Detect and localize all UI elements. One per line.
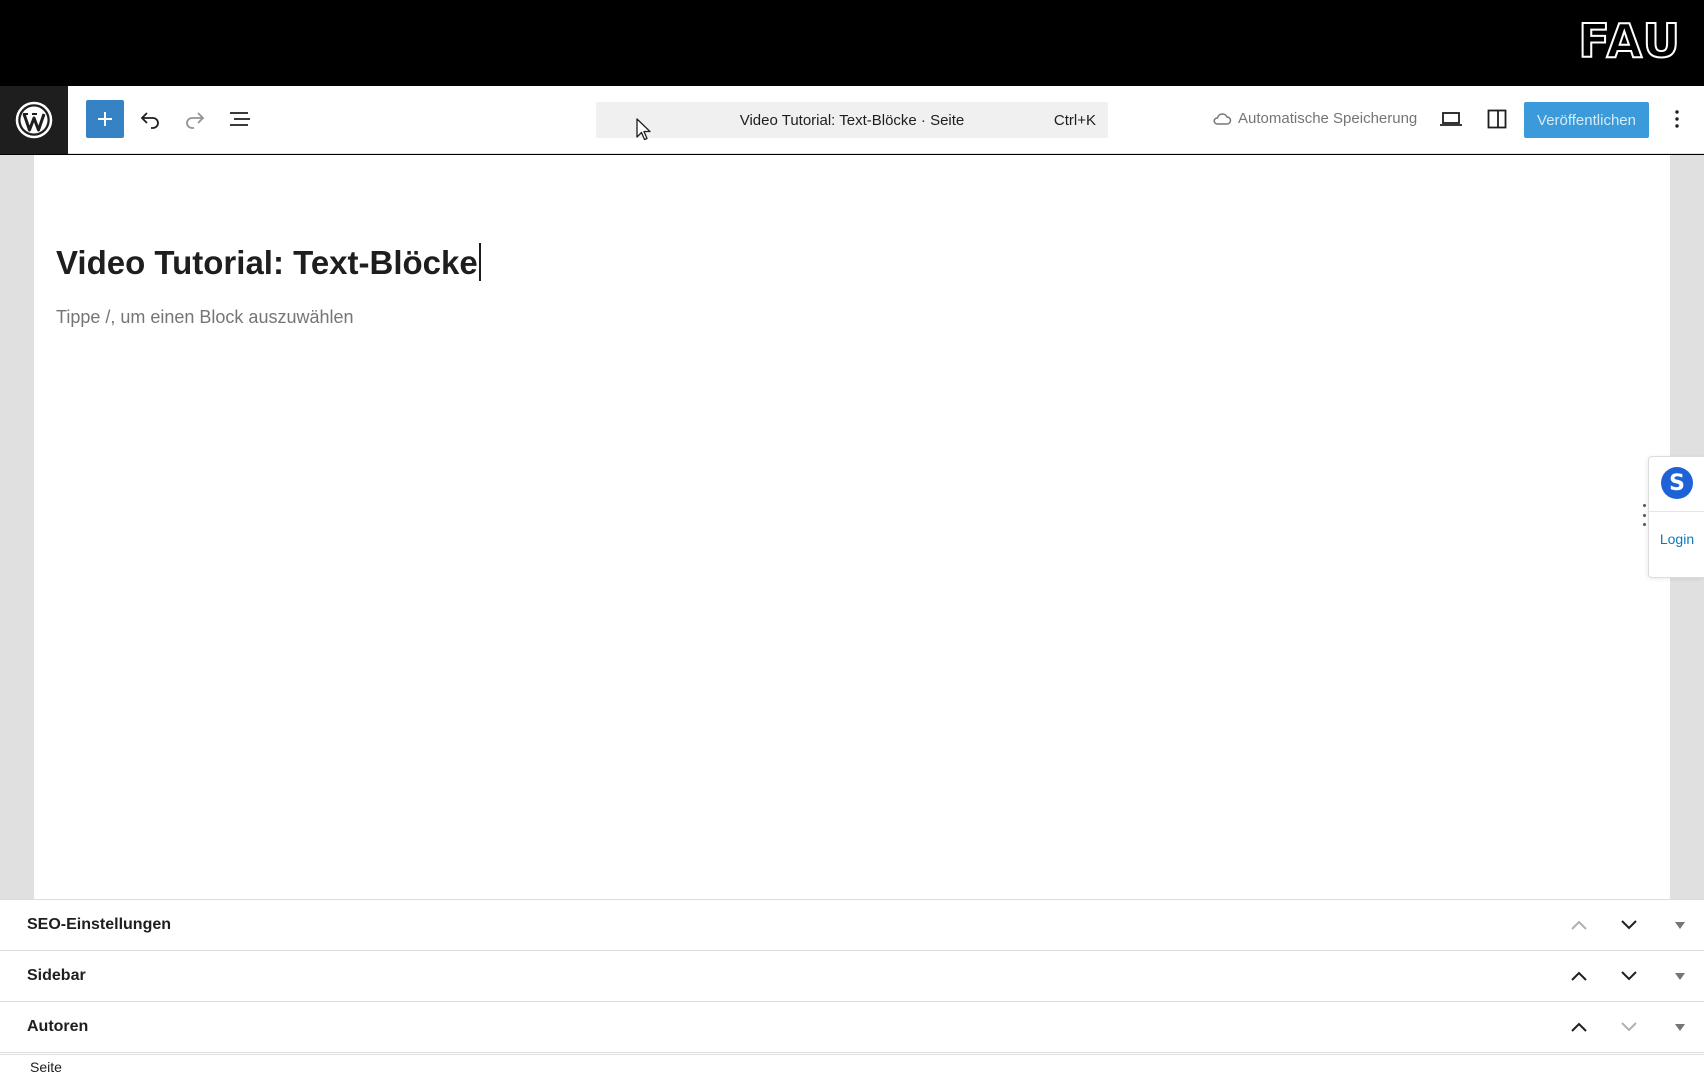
move-up-button[interactable] [1564,910,1594,940]
editor-canvas[interactable]: Video Tutorial: Text-Blöcke Tippe /, um … [34,155,1670,899]
list-view-icon [230,112,250,126]
move-up-button[interactable] [1564,961,1594,991]
redo-button[interactable] [176,100,214,138]
metabox-sidebar[interactable]: Sidebar [0,951,1704,1002]
chevron-down-icon [1621,920,1637,930]
chevron-up-icon [1571,1022,1587,1032]
toggle-panel-button[interactable] [1665,961,1695,991]
laptop-icon [1440,112,1462,126]
side-widget-handle[interactable] [1641,504,1647,526]
autosave-status: Automatische Speicherung [1212,110,1417,127]
caret-down-icon [1675,921,1685,929]
more-vertical-icon [1675,110,1679,128]
sidebar-toggle-icon [1487,109,1507,129]
settings-sidebar-button[interactable] [1478,100,1516,138]
command-palette-bar[interactable]: Video Tutorial: Text-Blöcke · Seite Ctrl… [596,102,1108,138]
undo-button[interactable] [131,100,169,138]
fau-logo: FAU [1577,14,1682,68]
editor-canvas-area: Video Tutorial: Text-Blöcke Tippe /, um … [0,155,1704,899]
caret-down-icon [1675,1023,1685,1031]
side-widget: S Login [1648,456,1704,578]
document-title: Video Tutorial: Text-Blöcke · Seite [739,111,965,129]
plus-icon [98,112,112,126]
text-caret [478,243,481,281]
toggle-panel-button[interactable] [1665,910,1695,940]
move-down-button[interactable] [1614,961,1644,991]
chevron-up-icon [1571,920,1587,930]
wordpress-logo-button[interactable] [0,86,68,154]
chevron-down-icon [1621,971,1637,981]
brand-bar: FAU [0,0,1704,86]
metaboxes-panel: SEO-Einstellungen Sidebar Autoren [0,899,1704,1054]
metabox-title[interactable]: SEO-Einstellungen [27,916,171,934]
chevron-up-icon [1571,971,1587,981]
mouse-cursor-icon [636,118,651,141]
cloud-icon [1213,112,1232,125]
redo-icon [186,112,205,129]
widget-divider [1649,511,1704,512]
options-menu-button[interactable] [1658,100,1696,138]
metabox-autoren[interactable]: Autoren [0,1002,1704,1053]
add-block-button[interactable] [86,100,124,138]
metabox-title[interactable]: Sidebar [27,967,86,985]
device-preview-button[interactable] [1432,100,1470,138]
move-up-button[interactable] [1564,1012,1594,1042]
move-down-button[interactable] [1614,1012,1644,1042]
editor-toolbar: Video Tutorial: Text-Blöcke · Seite Ctrl… [0,86,1704,154]
wordpress-icon [15,101,53,139]
metabox-seo[interactable]: SEO-Einstellungen [0,900,1704,951]
undo-icon [140,112,159,129]
metabox-title[interactable]: Autoren [27,1018,88,1036]
chevron-down-icon [1621,1022,1637,1032]
post-title-text: Video Tutorial: Text-Blöcke [56,244,478,281]
toggle-panel-button[interactable] [1665,1012,1695,1042]
publish-button[interactable]: Veröffentlichen [1524,102,1649,138]
command-shortcut: Ctrl+K [1053,111,1096,129]
autosave-label: Automatische Speicherung [1238,110,1418,127]
list-view-button[interactable] [221,100,259,138]
fau-logo-text: FAU [1577,14,1682,68]
editor-footer: Seite [0,1054,1704,1080]
block-appender-placeholder[interactable]: Tippe /, um einen Block auszuwählen [56,307,354,328]
post-title[interactable]: Video Tutorial: Text-Blöcke [56,243,481,282]
caret-down-icon [1675,972,1685,980]
s-logo-icon[interactable]: S [1661,467,1693,499]
breadcrumb[interactable]: Seite [30,1059,62,1075]
login-link[interactable]: Login [1649,531,1704,547]
move-down-button[interactable] [1614,910,1644,940]
